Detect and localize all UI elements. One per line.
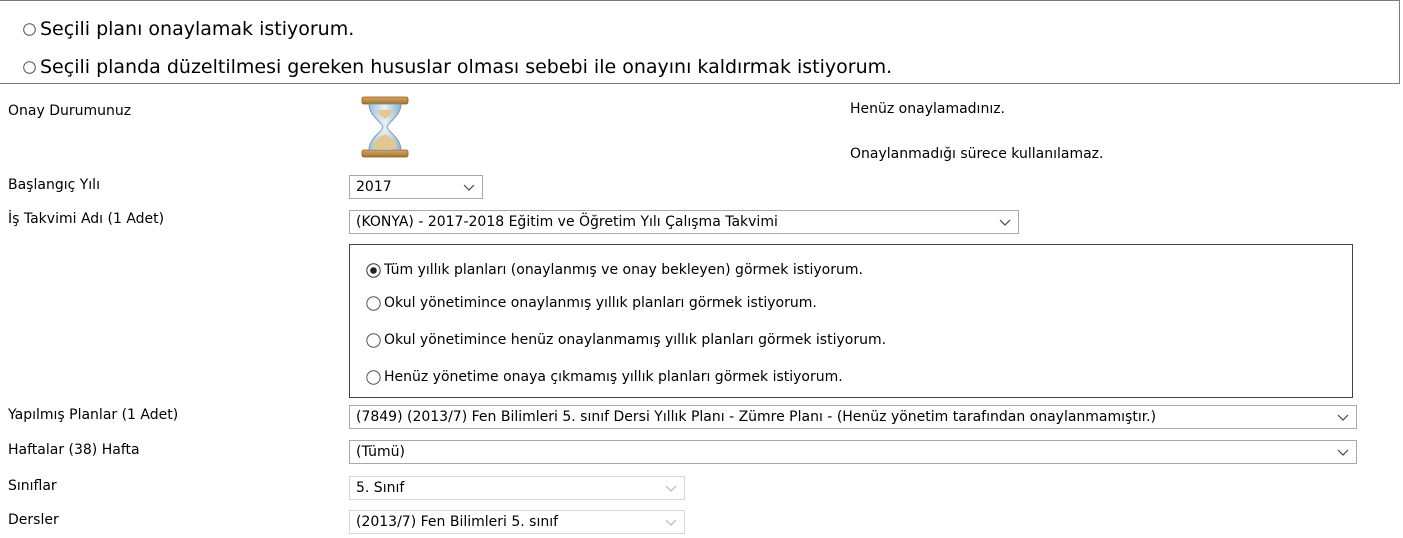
filter-all-plans-label: Tüm yıllık planları (onaylanmış ve onay … bbox=[384, 262, 863, 278]
made-plans-select[interactable]: (7849) (2013/7) Fen Bilimleri 5. sınıf D… bbox=[349, 405, 1357, 429]
radio-unchecked-icon[interactable] bbox=[366, 333, 381, 348]
filter-not-submitted-plans-label: Henüz yönetime onaya çıkmamış yıllık pla… bbox=[384, 369, 843, 385]
filter-all-plans-option[interactable]: Tüm yıllık planları (onaylanmış ve onay … bbox=[366, 262, 863, 279]
approval-status-line1: Henüz onaylamadınız. bbox=[850, 101, 1006, 117]
work-calendar-value: (KONYA) - 2017-2018 Eğitim ve Öğretim Yı… bbox=[356, 214, 778, 230]
chevron-down-icon bbox=[665, 485, 677, 492]
revoke-approval-option[interactable]: Seçili planda düzeltilmesi gereken husus… bbox=[23, 56, 892, 78]
work-calendar-select[interactable]: (KONYA) - 2017-2018 Eğitim ve Öğretim Yı… bbox=[349, 210, 1019, 234]
revoke-approval-label: Seçili planda düzeltilmesi gereken husus… bbox=[40, 56, 893, 78]
filter-approved-plans-option[interactable]: Okul yönetimince onaylanmış yıllık planl… bbox=[366, 295, 817, 312]
filter-not-submitted-plans-option[interactable]: Henüz yönetime onaya çıkmamış yıllık pla… bbox=[366, 369, 843, 386]
weeks-label: Haftalar (38) Hafta bbox=[8, 442, 140, 458]
lessons-label: Dersler bbox=[8, 512, 59, 528]
chevron-down-icon bbox=[999, 219, 1011, 226]
chevron-down-icon bbox=[665, 519, 677, 526]
filter-unapproved-plans-label: Okul yönetimince henüz onaylanmamış yıll… bbox=[384, 332, 887, 348]
lessons-select[interactable]: (2013/7) Fen Bilimleri 5. sınıf bbox=[349, 510, 685, 534]
start-year-label: Başlangıç Yılı bbox=[8, 177, 100, 193]
made-plans-label: Yapılmış Planlar (1 Adet) bbox=[8, 407, 179, 423]
chevron-down-icon bbox=[1337, 414, 1349, 421]
plan-filter-group: Tüm yıllık planları (onaylanmış ve onay … bbox=[349, 244, 1353, 398]
start-year-value: 2017 bbox=[356, 179, 392, 195]
weeks-select[interactable]: (Tümü) bbox=[349, 440, 1357, 464]
approval-status-label: Onay Durumunuz bbox=[8, 103, 132, 119]
made-plans-value: (7849) (2013/7) Fen Bilimleri 5. sınıf D… bbox=[356, 409, 1157, 425]
classes-value: 5. Sınıf bbox=[356, 480, 405, 496]
filter-approved-plans-label: Okul yönetimince onaylanmış yıllık planl… bbox=[384, 295, 817, 311]
approve-plan-option[interactable]: Seçili planı onaylamak istiyorum. bbox=[23, 18, 354, 40]
radio-unchecked-icon[interactable] bbox=[23, 22, 36, 36]
approve-plan-label: Seçili planı onaylamak istiyorum. bbox=[40, 18, 355, 40]
radio-unchecked-icon[interactable] bbox=[23, 60, 36, 74]
radio-unchecked-icon[interactable] bbox=[366, 370, 381, 385]
chevron-down-icon bbox=[463, 184, 475, 191]
approval-status-line2: Onaylanmadığı sürece kullanılamaz. bbox=[850, 146, 1104, 162]
classes-select[interactable]: 5. Sınıf bbox=[349, 476, 685, 500]
lessons-value: (2013/7) Fen Bilimleri 5. sınıf bbox=[356, 514, 559, 530]
chevron-down-icon bbox=[1337, 449, 1349, 456]
weeks-value: (Tümü) bbox=[356, 444, 405, 460]
start-year-select[interactable]: 2017 bbox=[349, 175, 483, 199]
filter-unapproved-plans-option[interactable]: Okul yönetimince henüz onaylanmamış yıll… bbox=[366, 332, 886, 349]
work-calendar-label: İş Takvimi Adı (1 Adet) bbox=[8, 211, 165, 227]
radio-unchecked-icon[interactable] bbox=[366, 296, 381, 311]
classes-label: Sınıflar bbox=[8, 478, 57, 494]
hourglass-icon bbox=[361, 96, 409, 158]
approval-options-box: Seçili planı onaylamak istiyorum. Seçili… bbox=[0, 0, 1400, 84]
radio-checked-icon[interactable] bbox=[366, 263, 381, 278]
